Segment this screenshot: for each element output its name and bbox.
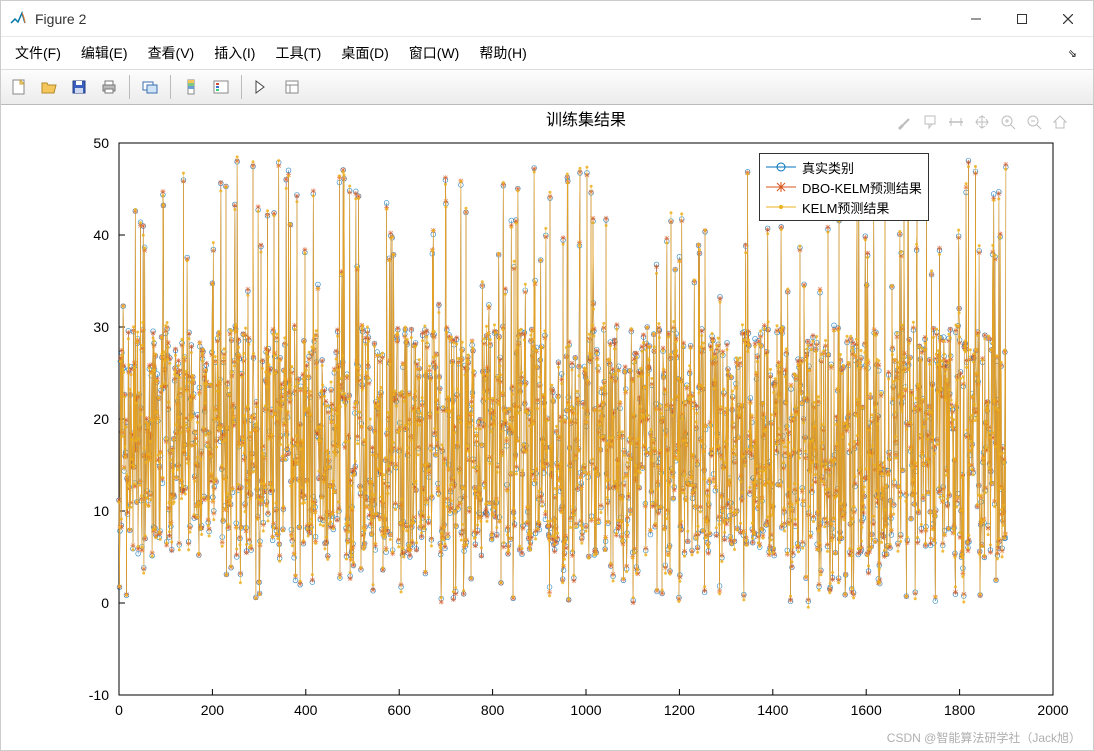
legend-label-1: 真实类别: [802, 158, 854, 177]
svg-text:0: 0: [115, 702, 123, 718]
svg-text:20: 20: [93, 411, 109, 427]
brush-icon[interactable]: [893, 111, 915, 133]
menu-tools[interactable]: 工具(T): [267, 39, 329, 67]
window-title: Figure 2: [35, 11, 953, 27]
svg-text:训练集结果: 训练集结果: [546, 111, 626, 129]
legend-entry-2[interactable]: DBO-KELM预测结果: [766, 177, 922, 197]
svg-text:1600: 1600: [851, 702, 882, 718]
legend-entry-1[interactable]: 真实类别: [766, 157, 922, 177]
insert-legend-button[interactable]: [207, 73, 235, 101]
svg-text:800: 800: [481, 702, 505, 718]
chart[interactable]: 0200400600800100012001400160018002000-10…: [1, 105, 1093, 747]
legend-swatch-3: [766, 200, 796, 214]
minimize-button[interactable]: [953, 3, 999, 35]
matlab-icon: [9, 10, 27, 28]
open-property-inspector-button[interactable]: [278, 73, 306, 101]
pan-icon[interactable]: [971, 111, 993, 133]
legend-swatch-1: [766, 160, 796, 174]
menu-file[interactable]: 文件(F): [7, 39, 69, 67]
datatip-icon[interactable]: [919, 111, 941, 133]
pan-horizontal-icon[interactable]: [945, 111, 967, 133]
svg-text:-10: -10: [89, 687, 109, 703]
print-button[interactable]: [95, 73, 123, 101]
svg-text:600: 600: [388, 702, 412, 718]
menu-bar: 文件(F) 编辑(E) 查看(V) 插入(I) 工具(T) 桌面(D) 窗口(W…: [1, 37, 1093, 69]
svg-text:1000: 1000: [570, 702, 601, 718]
menu-overflow-icon[interactable]: ⇘: [1068, 47, 1077, 60]
toolbar: [1, 69, 1093, 105]
svg-text:10: 10: [93, 503, 109, 519]
legend[interactable]: 真实类别 DBO-KELM预测结果 KELM预测结果: [759, 153, 929, 221]
toolbar-separator: [129, 75, 130, 99]
svg-text:1800: 1800: [944, 702, 975, 718]
app-window: Figure 2 文件(F) 编辑(E) 查看(V) 插入(I) 工具(T) 桌…: [0, 0, 1094, 751]
maximize-button[interactable]: [999, 3, 1045, 35]
plot-area: 0200400600800100012001400160018002000-10…: [1, 105, 1093, 750]
legend-swatch-2: [766, 180, 796, 194]
svg-text:2000: 2000: [1037, 702, 1068, 718]
menu-help[interactable]: 帮助(H): [471, 39, 534, 67]
svg-text:50: 50: [93, 135, 109, 151]
legend-entry-3[interactable]: KELM预测结果: [766, 197, 922, 217]
toolbar-separator: [170, 75, 171, 99]
insert-colorbar-button[interactable]: [177, 73, 205, 101]
menu-desktop[interactable]: 桌面(D): [333, 39, 396, 67]
home-icon[interactable]: [1049, 111, 1071, 133]
svg-text:30: 30: [93, 319, 109, 335]
toolbar-separator: [241, 75, 242, 99]
close-button[interactable]: [1045, 3, 1091, 35]
menu-insert[interactable]: 插入(I): [206, 39, 263, 67]
open-button[interactable]: [35, 73, 63, 101]
save-button[interactable]: [65, 73, 93, 101]
menu-edit[interactable]: 编辑(E): [73, 39, 136, 67]
svg-text:0: 0: [101, 595, 109, 611]
title-bar: Figure 2: [1, 1, 1093, 37]
svg-text:40: 40: [93, 227, 109, 243]
legend-label-3: KELM预测结果: [802, 198, 889, 217]
menu-window[interactable]: 窗口(W): [401, 39, 468, 67]
svg-text:200: 200: [201, 702, 225, 718]
link-axes-button[interactable]: [136, 73, 164, 101]
svg-text:1200: 1200: [664, 702, 695, 718]
svg-text:400: 400: [294, 702, 318, 718]
zoom-in-icon[interactable]: [997, 111, 1019, 133]
new-figure-button[interactable]: [5, 73, 33, 101]
edit-plot-button[interactable]: [248, 73, 276, 101]
legend-label-2: DBO-KELM预测结果: [802, 178, 922, 197]
zoom-out-icon[interactable]: [1023, 111, 1045, 133]
menu-view[interactable]: 查看(V): [140, 39, 203, 67]
axes-toolbar: [893, 111, 1071, 133]
svg-text:1400: 1400: [757, 702, 788, 718]
